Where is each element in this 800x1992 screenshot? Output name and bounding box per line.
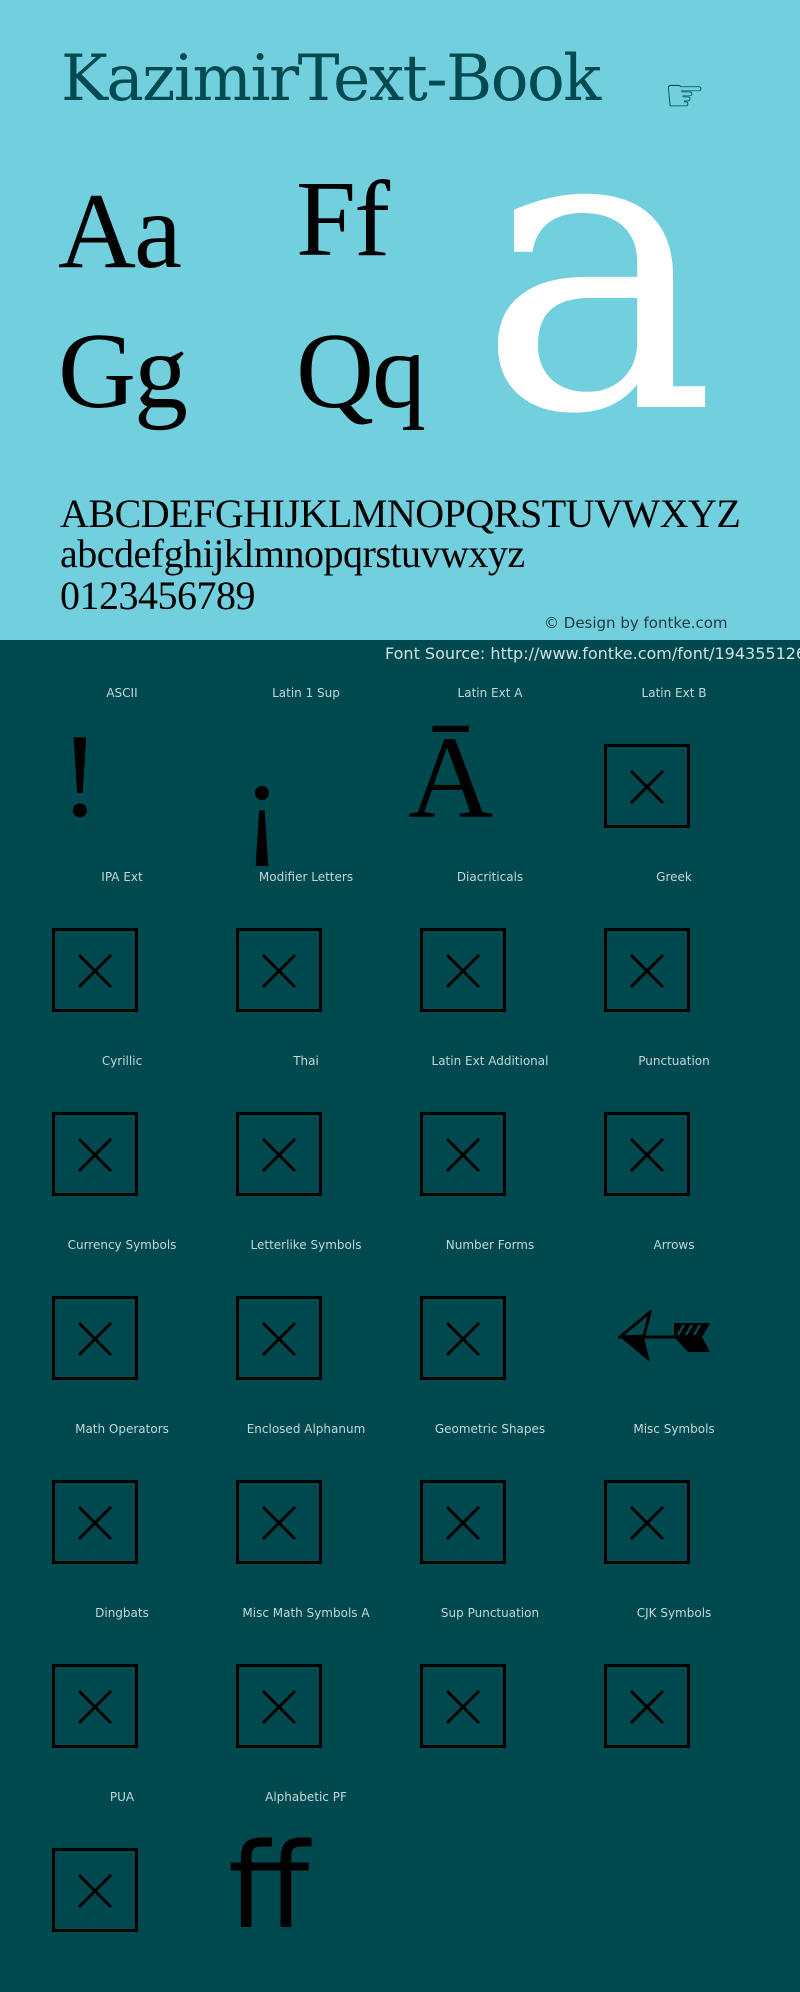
block-label: Misc Math Symbols A <box>242 1606 370 1620</box>
sample-glyph: Ā <box>408 712 494 843</box>
missing-glyph-icon <box>604 744 690 828</box>
unicode-block-cell: Misc Symbols <box>582 1422 766 1606</box>
block-label: Alphabetic PF <box>265 1790 347 1804</box>
unicode-block-cell: Currency Symbols <box>30 1238 214 1422</box>
font-source-link[interactable]: Font Source: http://www.fontke.com/font/… <box>385 644 800 663</box>
unicode-block-cell: Greek <box>582 870 766 1054</box>
unicode-block-cell: Thai <box>214 1054 398 1238</box>
missing-glyph-icon <box>420 928 506 1012</box>
missing-glyph-icon <box>236 1664 322 1748</box>
missing-glyph-icon <box>604 1112 690 1196</box>
specimen-pair-aa: Aa <box>58 172 182 291</box>
missing-glyph-icon <box>52 1848 138 1932</box>
block-label: ASCII <box>106 686 138 700</box>
unicode-block-cell: IPA Ext <box>30 870 214 1054</box>
block-label: Thai <box>293 1054 319 1068</box>
missing-glyph-icon <box>420 1296 506 1380</box>
unicode-block-cell: Diacriticals <box>398 870 582 1054</box>
unicode-block-cell: CJK Symbols <box>582 1606 766 1790</box>
unicode-block-cell: Modifier Letters <box>214 870 398 1054</box>
missing-glyph-icon <box>604 928 690 1012</box>
missing-glyph-icon <box>420 1112 506 1196</box>
block-label: Modifier Letters <box>258 870 354 884</box>
design-credit: © Design by fontke.com <box>544 614 728 632</box>
block-label: PUA <box>109 1790 135 1804</box>
unicode-block-cell: Punctuation <box>582 1054 766 1238</box>
unicode-block-cell: Latin Ext A Ā <box>398 686 582 870</box>
specimen-pair-gg: Gg <box>58 312 188 431</box>
missing-glyph-icon <box>604 1664 690 1748</box>
unicode-block-cell: PUA <box>30 1790 214 1974</box>
block-label: Latin 1 Sup <box>272 686 340 700</box>
unicode-block-cell: Math Operators <box>30 1422 214 1606</box>
sample-glyph: ¡ <box>242 735 282 868</box>
block-label: Arrows <box>653 1238 695 1252</box>
missing-glyph-icon <box>52 1664 138 1748</box>
block-label: Enclosed Alphanum <box>246 1422 366 1436</box>
missing-glyph-icon <box>52 1112 138 1196</box>
lowercase-alphabet: abcdefghijklmnopqrstuvwxyz <box>60 531 525 576</box>
unicode-block-cell: Alphabetic PF ﬀ <box>214 1790 398 1974</box>
missing-glyph-icon <box>420 1480 506 1564</box>
missing-glyph-icon <box>52 928 138 1012</box>
hero-glyph: a <box>478 37 717 502</box>
block-label: Misc Symbols <box>633 1422 715 1436</box>
missing-glyph-icon <box>236 1296 322 1380</box>
missing-glyph-icon <box>236 928 322 1012</box>
block-label: Diacriticals <box>456 870 524 884</box>
block-label: Punctuation <box>638 1054 710 1068</box>
specimen-header: KazimirText-Book ☞ Aa Ff Gg Qq a ABCDEFG… <box>0 0 800 640</box>
block-label: Geometric Shapes <box>434 1422 546 1436</box>
sample-glyph: ﬀ <box>228 1822 310 1953</box>
missing-glyph-icon <box>604 1480 690 1564</box>
block-label: Sup Punctuation <box>440 1606 540 1620</box>
missing-glyph-icon <box>52 1296 138 1380</box>
block-label: Letterlike Symbols <box>250 1238 362 1252</box>
block-label: Latin Ext Additional <box>431 1054 549 1068</box>
unicode-block-cell: Enclosed Alphanum <box>214 1422 398 1606</box>
block-label: Math Operators <box>75 1422 169 1436</box>
unicode-block-cell: Latin Ext B <box>582 686 766 870</box>
unicode-block-cell: Sup Punctuation <box>398 1606 582 1790</box>
unicode-block-cell: Arrows <box>582 1238 766 1422</box>
missing-glyph-icon <box>420 1664 506 1748</box>
block-label: IPA Ext <box>101 870 143 884</box>
missing-glyph-icon <box>52 1480 138 1564</box>
block-label: CJK Symbols <box>636 1606 712 1620</box>
specimen-pair-ff: Ff <box>296 160 390 279</box>
unicode-block-cell: Misc Math Symbols A <box>214 1606 398 1790</box>
unicode-block-cell: Geometric Shapes <box>398 1422 582 1606</box>
specimen-pair-qq: Qq <box>296 312 426 431</box>
sample-glyph: ! <box>60 709 100 842</box>
unicode-block-cell: ASCII! <box>30 686 214 870</box>
digits: 0123456789 <box>60 573 256 618</box>
unicode-block-cell: Letterlike Symbols <box>214 1238 398 1422</box>
uppercase-alphabet: ABCDEFGHIJKLMNOPQRSTUVWXYZ <box>60 491 741 536</box>
unicode-block-cell: Latin Ext Additional <box>398 1054 582 1238</box>
block-label: Cyrillic <box>101 1054 143 1068</box>
block-label: Latin Ext A <box>457 686 523 700</box>
unicode-block-cell: Number Forms <box>398 1238 582 1422</box>
unicode-block-cell: Dingbats <box>30 1606 214 1790</box>
block-label: Number Forms <box>445 1238 535 1252</box>
block-label: Dingbats <box>95 1606 149 1620</box>
block-label: Latin Ext B <box>641 686 707 700</box>
block-label: Currency Symbols <box>67 1238 177 1252</box>
missing-glyph-icon <box>236 1112 322 1196</box>
block-label: Greek <box>656 870 692 884</box>
arrow-glyph-icon <box>604 1288 744 1388</box>
missing-glyph-icon <box>236 1480 322 1564</box>
unicode-block-cell: Latin 1 Sup ¡ <box>214 686 398 870</box>
unicode-block-cell: Cyrillic <box>30 1054 214 1238</box>
